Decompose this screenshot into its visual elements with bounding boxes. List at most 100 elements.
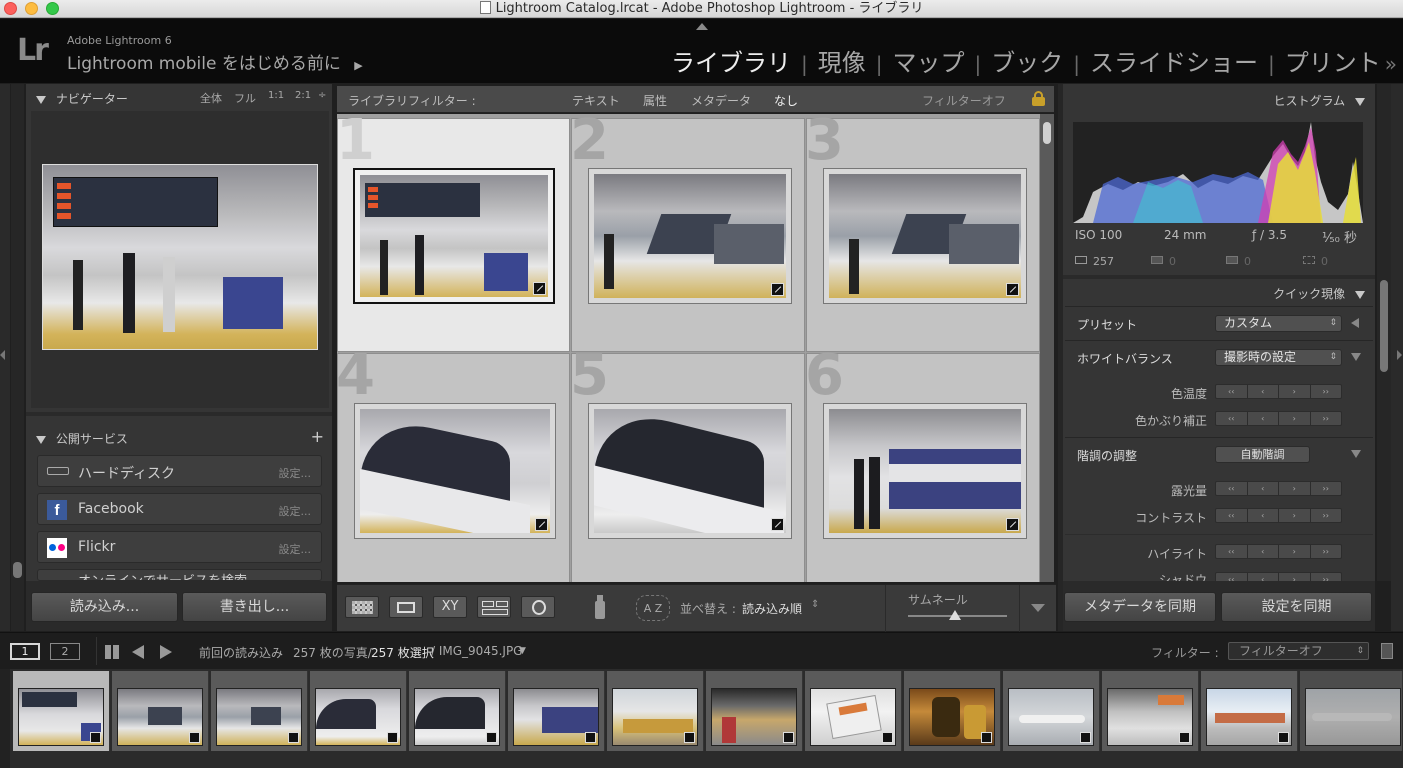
grid-scroll-thumb[interactable] — [1043, 122, 1051, 144]
filmstrip-thumb[interactable] — [607, 671, 704, 751]
grid-thumbnail[interactable] — [823, 403, 1027, 539]
filter-tab-none[interactable]: なし — [774, 92, 798, 109]
mobile-tagline[interactable]: Lightroom mobile をはじめる前に ▶ — [67, 49, 363, 74]
grid-view-icon[interactable] — [345, 596, 379, 618]
grid-thumbnail[interactable] — [353, 168, 555, 304]
top-panel-collapse-icon[interactable] — [696, 23, 708, 30]
zoom-menu-icon[interactable]: ÷ — [318, 90, 326, 101]
filter-tab-attribute[interactable]: 属性 — [643, 92, 667, 109]
filmstrip-thumb[interactable] — [211, 671, 308, 751]
highlights-stepper[interactable]: ‹‹ ‹ › ›› — [1215, 544, 1342, 559]
grid-cell[interactable]: 6 — [805, 348, 1040, 582]
grid-cell[interactable]: 4 — [337, 348, 570, 582]
add-publish-icon[interactable]: + — [311, 427, 324, 446]
navigator-header[interactable]: ナビゲーター 全体 フル 1:1 2:1 ÷ — [36, 90, 332, 107]
module-map[interactable]: マップ — [889, 49, 969, 77]
auto-tone-button[interactable]: 自動階調 — [1215, 446, 1310, 463]
filmstrip-thumb[interactable] — [1201, 671, 1298, 751]
right-panel-scrollbar[interactable] — [1377, 84, 1391, 581]
publish-settings-link[interactable]: 設定... — [279, 465, 312, 481]
people-view-icon[interactable] — [521, 596, 555, 618]
filmstrip-thumb[interactable] — [1300, 671, 1403, 751]
right-panel-toggle-icon[interactable] — [1397, 350, 1402, 360]
filmstrip-thumb[interactable] — [904, 671, 1001, 751]
zoom-2-1[interactable]: 2:1 — [295, 90, 311, 101]
painter-spray-icon[interactable] — [593, 593, 607, 621]
filmstrip-thumb[interactable] — [508, 671, 605, 751]
grid-cell[interactable]: 1 — [337, 114, 570, 352]
navigator-preview[interactable] — [31, 111, 329, 408]
zoom-window-button[interactable] — [46, 2, 59, 15]
left-panel-scrollbar[interactable] — [11, 84, 24, 631]
thumbnail-slider-handle[interactable] — [949, 610, 961, 620]
white-balance-collapse-icon[interactable] — [1351, 353, 1361, 361]
module-slideshow[interactable]: スライドショー — [1086, 49, 1262, 77]
exposure-stepper[interactable]: ‹‹ ‹ › ›› — [1215, 481, 1342, 496]
shadows-stepper[interactable]: ‹‹ ‹ › ›› — [1215, 572, 1342, 581]
temperature-stepper[interactable]: ‹‹ ‹ › ›› — [1215, 384, 1342, 399]
import-button[interactable]: 読み込み... — [31, 592, 178, 622]
quick-develop-header[interactable]: クイック現像 — [1273, 285, 1365, 302]
main-window-button[interactable]: 1 — [10, 643, 40, 660]
left-scroll-thumb[interactable] — [13, 562, 22, 578]
sync-settings-button[interactable]: 設定を同期 — [1221, 592, 1372, 622]
publish-facebook[interactable]: f Facebook 設定... — [37, 493, 322, 525]
filmstrip-thumb[interactable] — [310, 671, 407, 751]
module-print[interactable]: プリント — [1281, 49, 1385, 77]
more-modules-icon[interactable]: » — [1385, 52, 1397, 76]
white-balance-select[interactable]: 撮影時の設定 ⇕ — [1215, 349, 1342, 366]
left-panel-toggle-icon[interactable] — [0, 350, 5, 360]
zoom-fit[interactable]: 全体 — [200, 90, 222, 106]
module-library[interactable]: ライブラリ — [667, 49, 795, 77]
right-scroll-thumb[interactable] — [1380, 280, 1388, 372]
back-arrow-icon[interactable] — [132, 645, 144, 659]
preset-expand-icon[interactable] — [1351, 318, 1359, 328]
compare-view-icon[interactable]: XY — [433, 596, 467, 618]
zoom-1-1[interactable]: 1:1 — [268, 90, 284, 101]
filmstrip-thumb[interactable] — [1102, 671, 1199, 751]
grid-thumbnail[interactable] — [588, 168, 792, 304]
navigator-photo[interactable] — [42, 164, 318, 350]
filter-lock-icon[interactable] — [1032, 91, 1045, 106]
forward-arrow-icon[interactable] — [160, 645, 172, 659]
filter-lock-icon[interactable] — [1381, 643, 1393, 659]
contrast-stepper[interactable]: ‹‹ ‹ › ›› — [1215, 508, 1342, 523]
sort-direction-icon[interactable]: A Z — [636, 595, 670, 621]
close-window-button[interactable] — [4, 2, 17, 15]
histogram-header[interactable]: ヒストグラム — [1274, 92, 1365, 109]
preset-select[interactable]: カスタム ⇕ — [1215, 315, 1342, 332]
grid-cell[interactable]: 5 — [570, 348, 805, 582]
tone-collapse-icon[interactable] — [1351, 450, 1361, 458]
filmstrip-thumb[interactable] — [706, 671, 803, 751]
grid-shortcut-icon[interactable] — [105, 645, 120, 659]
publish-find-services[interactable]: オンラインでサービスを検索... — [37, 569, 322, 581]
zoom-fill[interactable]: フル — [234, 90, 256, 106]
filmstrip-thumb[interactable] — [805, 671, 902, 751]
grid-cell[interactable]: 2 — [570, 114, 805, 352]
grid-thumbnail[interactable] — [823, 168, 1027, 304]
grid-scrollbar[interactable] — [1040, 114, 1054, 582]
filter-preset-select[interactable]: フィルターオフ — [922, 92, 1006, 109]
minimize-window-button[interactable] — [25, 2, 38, 15]
grid-thumbnail[interactable] — [354, 403, 556, 539]
sync-metadata-button[interactable]: メタデータを同期 — [1064, 592, 1216, 622]
publish-harddisk[interactable]: ハードディスク 設定... — [37, 455, 322, 487]
filmstrip-thumb[interactable] — [1003, 671, 1100, 751]
histogram-graph[interactable] — [1073, 122, 1363, 223]
filter-tab-metadata[interactable]: メタデータ — [691, 92, 751, 109]
publish-settings-link[interactable]: 設定... — [279, 541, 312, 557]
library-grid[interactable]: 1 2 3 4 5 6 — [337, 114, 1054, 582]
grid-cell[interactable]: 3 — [805, 114, 1040, 352]
filmstrip-filter-select[interactable]: フィルターオフ ⇕ — [1228, 642, 1369, 660]
filmstrip-source[interactable]: 前回の読み込み — [199, 644, 283, 661]
grid-thumbnail[interactable] — [588, 403, 792, 539]
filmstrip-thumb[interactable] — [409, 671, 506, 751]
sort-select[interactable]: 読み込み順 — [742, 600, 802, 617]
tint-stepper[interactable]: ‹‹ ‹ › ›› — [1215, 411, 1342, 426]
filmstrip-thumb[interactable] — [13, 671, 110, 751]
filter-tab-text[interactable]: テキスト — [572, 92, 620, 109]
filename-menu-icon[interactable]: ▼ — [519, 646, 526, 656]
publish-header[interactable]: 公開サービス + — [36, 427, 332, 447]
toolbar-menu-icon[interactable] — [1031, 604, 1045, 612]
loupe-view-icon[interactable] — [389, 596, 423, 618]
